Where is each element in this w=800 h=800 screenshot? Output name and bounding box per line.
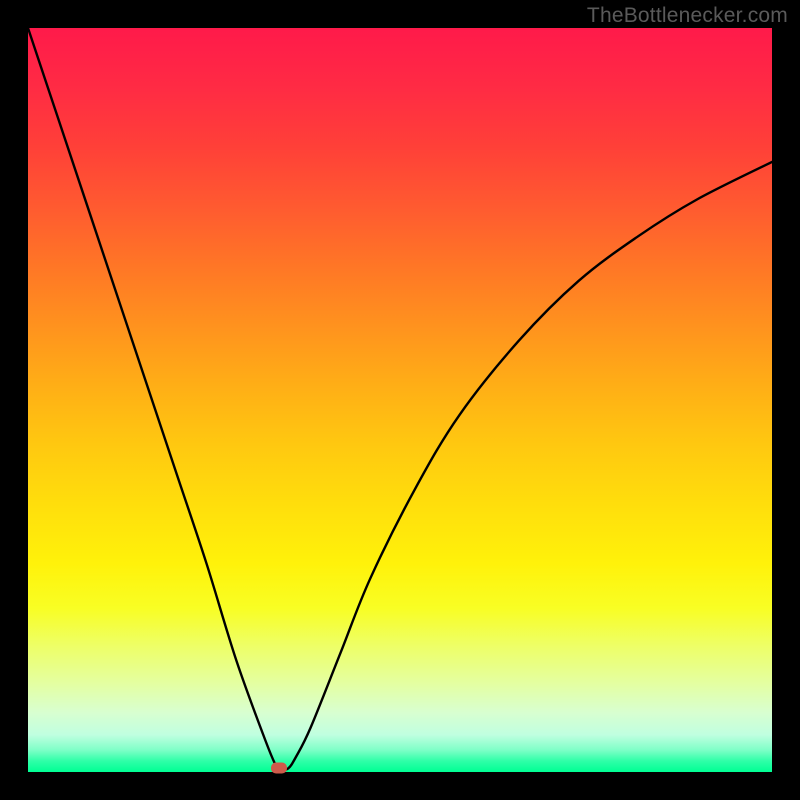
optimal-point-marker xyxy=(271,763,287,774)
bottleneck-curve xyxy=(28,28,772,771)
chart-plot-area xyxy=(28,28,772,772)
watermark-text: TheBottlenecker.com xyxy=(587,4,788,28)
chart-curve-svg xyxy=(28,28,772,772)
